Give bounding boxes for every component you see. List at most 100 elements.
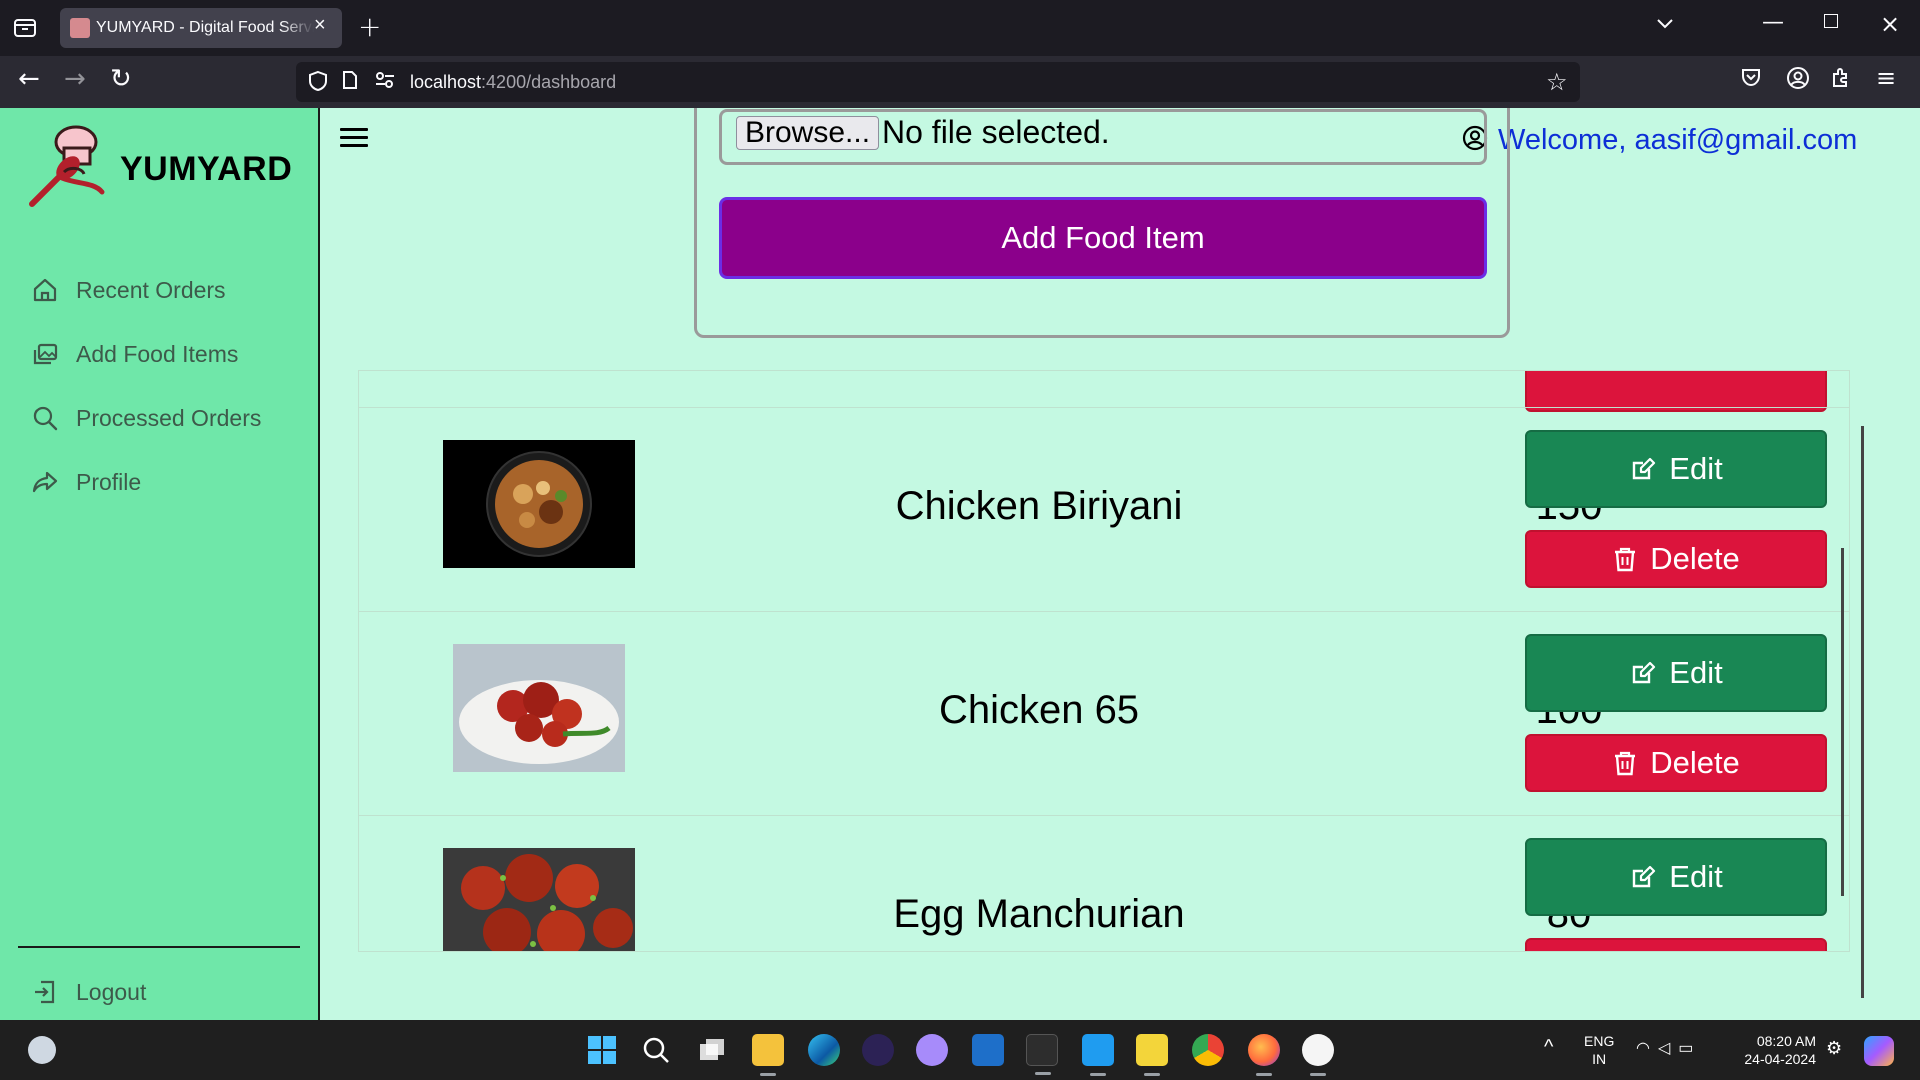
- edit-icon: [1629, 659, 1657, 687]
- welcome-area: Welcome, aasif@gmail.com: [1462, 124, 1857, 157]
- url-text[interactable]: localhost:4200/dashboard: [410, 72, 616, 93]
- account-icon[interactable]: [1786, 66, 1810, 96]
- delete-button[interactable]: [1525, 938, 1827, 951]
- food-name: Chicken 65: [938, 688, 1140, 732]
- welcome-text: Welcome, aasif@gmail.com: [1498, 124, 1858, 156]
- app-menu-icon[interactable]: ≡: [1876, 64, 1896, 92]
- trash-icon: [1612, 749, 1638, 777]
- edit-label: Edit: [1669, 655, 1723, 690]
- minimize-icon[interactable]: —: [1762, 10, 1784, 35]
- browse-button[interactable]: Browse...: [736, 116, 880, 150]
- food-name: Egg Manchurian: [893, 892, 1185, 936]
- table-row: Chicken 65 100 Edit Delete: [359, 611, 1849, 815]
- sidebar-item-profile[interactable]: Profile: [28, 462, 141, 502]
- url-path: :4200/dashboard: [481, 72, 617, 92]
- clock-time: 08:20 AM: [1756, 1033, 1816, 1049]
- sidebar-item-label: Profile: [76, 468, 142, 495]
- chevron-down-icon[interactable]: [1656, 14, 1674, 35]
- page-scrollbar[interactable]: [1861, 426, 1864, 998]
- sidebar-item-add-food-items[interactable]: Add Food Items: [28, 334, 238, 374]
- edit-button[interactable]: Edit: [1525, 838, 1827, 916]
- food-name: Chicken Biriyani: [895, 484, 1183, 528]
- add-food-form: Browse... No file selected. Add Food Ite…: [694, 108, 1510, 338]
- permissions-icon[interactable]: [374, 70, 396, 95]
- delete-button[interactable]: Delete: [1525, 530, 1827, 588]
- clock-date: 24-04-2024: [1744, 1051, 1816, 1067]
- clock[interactable]: 08:20 AM 24-04-2024: [1734, 1032, 1816, 1068]
- window-close-icon[interactable]: ×: [1880, 10, 1900, 38]
- delete-button[interactable]: [1525, 371, 1827, 412]
- restore-icon[interactable]: [1824, 14, 1838, 28]
- delete-label: Delete: [1650, 541, 1740, 576]
- logout-button[interactable]: Logout: [28, 972, 146, 1012]
- add-food-item-button[interactable]: Add Food Item: [719, 197, 1487, 279]
- file-input[interactable]: Browse... No file selected.: [719, 109, 1487, 165]
- sidebar-item-label: Processed Orders: [76, 404, 262, 431]
- terminal-icon[interactable]: [1026, 1034, 1058, 1075]
- sticky-notes-icon[interactable]: [1136, 1034, 1168, 1076]
- task-view-icon[interactable]: [696, 1034, 728, 1066]
- chrome-icon[interactable]: [1192, 1034, 1224, 1066]
- edit-icon: [1629, 455, 1657, 483]
- browser-tab-bar: YUMYARD - Digital Food Service × + — ×: [0, 0, 1920, 56]
- github-desktop-icon[interactable]: [916, 1034, 948, 1066]
- forward-arrow-icon[interactable]: →: [64, 64, 86, 94]
- url-bar[interactable]: localhost:4200/dashboard ☆: [296, 62, 1580, 102]
- pocket-icon[interactable]: [1740, 66, 1762, 94]
- system-tray-icons[interactable]: ◠◁▭: [1636, 1038, 1701, 1058]
- edit-button[interactable]: Edit: [1525, 430, 1827, 508]
- notifications-icon[interactable]: ⚙: [1826, 1038, 1842, 1059]
- dev-cpp-icon[interactable]: [972, 1034, 1004, 1066]
- search-icon[interactable]: [640, 1034, 672, 1066]
- table-scrollbar[interactable]: [1841, 548, 1844, 896]
- taskbar: ^ ENG IN ◠◁▭ 08:20 AM 24-04-2024 ⚙: [0, 1020, 1920, 1080]
- sidebar-item-recent-orders[interactable]: Recent Orders: [28, 270, 226, 310]
- extensions-icon[interactable]: [1830, 66, 1852, 94]
- table-row: Egg Manchurian 80 Edit: [359, 815, 1849, 951]
- search-icon: [28, 401, 62, 435]
- language-code: ENG: [1584, 1033, 1615, 1049]
- main-content: Welcome, aasif@gmail.com Browse... No fi…: [322, 108, 1920, 1020]
- file-status: No file selected.: [882, 114, 1110, 150]
- edit-label: Edit: [1669, 451, 1723, 486]
- edge-icon[interactable]: [808, 1034, 840, 1066]
- share-arrow-icon: [28, 465, 62, 499]
- copilot-icon[interactable]: [1864, 1036, 1894, 1066]
- images-icon: [28, 337, 62, 371]
- table-row: Chicken Biriyani 150 Edit Delete: [359, 407, 1849, 611]
- language-indicator[interactable]: ENG IN: [1584, 1032, 1614, 1068]
- food-image-chicken-65: [453, 644, 625, 772]
- back-arrow-icon[interactable]: ←: [18, 64, 40, 94]
- close-tab-icon[interactable]: ×: [314, 14, 326, 37]
- windows-start-icon[interactable]: [586, 1034, 618, 1066]
- eclipse-icon[interactable]: [862, 1034, 894, 1066]
- new-tab-icon[interactable]: +: [358, 10, 381, 43]
- hamburger-menu-icon[interactable]: [340, 128, 368, 150]
- edit-icon: [1629, 863, 1657, 891]
- show-hidden-icons-icon[interactable]: ^: [1544, 1036, 1553, 1059]
- bookmark-star-icon[interactable]: ☆: [1546, 68, 1568, 96]
- active-tab[interactable]: YUMYARD - Digital Food Service ×: [60, 8, 342, 48]
- delete-button[interactable]: Delete: [1525, 734, 1827, 792]
- shield-icon[interactable]: [308, 70, 328, 97]
- edit-button[interactable]: Edit: [1525, 634, 1827, 712]
- delete-label: Delete: [1650, 745, 1740, 780]
- reload-icon[interactable]: ↻: [110, 64, 132, 94]
- home-icon: [28, 273, 62, 307]
- sidebar-item-processed-orders[interactable]: Processed Orders: [28, 398, 261, 438]
- sidebar-item-label: Add Food Items: [76, 340, 239, 367]
- firefox-icon[interactable]: [1248, 1034, 1280, 1076]
- page-icon[interactable]: [342, 70, 358, 95]
- logout-icon: [28, 975, 62, 1009]
- file-explorer-icon[interactable]: [752, 1034, 784, 1076]
- app-icon[interactable]: [1302, 1034, 1334, 1076]
- weather-icon[interactable]: [28, 1036, 56, 1064]
- chef-hat-logo-icon: [24, 120, 114, 210]
- trash-icon: [1612, 545, 1638, 573]
- tab-list-icon[interactable]: [12, 14, 38, 40]
- logout-label: Logout: [76, 978, 147, 1005]
- region-code: IN: [1592, 1051, 1607, 1067]
- volume-icon: ◁: [1657, 1040, 1679, 1057]
- url-host: localhost: [410, 72, 482, 92]
- vscode-icon[interactable]: [1082, 1034, 1114, 1076]
